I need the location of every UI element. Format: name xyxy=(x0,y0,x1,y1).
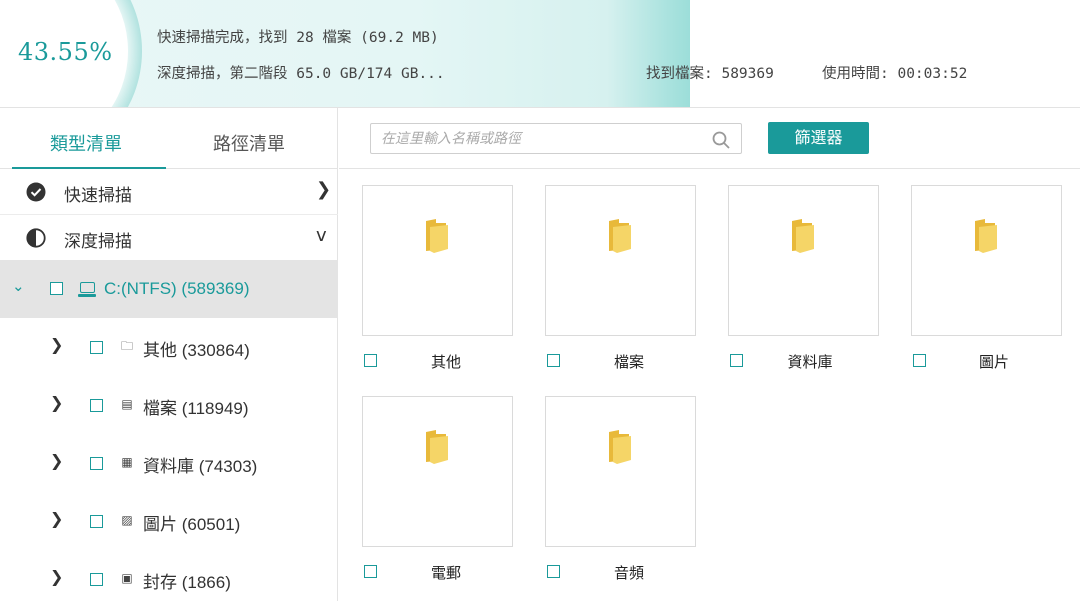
search-box[interactable] xyxy=(370,123,742,154)
image-icon: ▨ xyxy=(121,513,133,527)
folder-card-images[interactable] xyxy=(911,185,1062,336)
folder-checkbox[interactable] xyxy=(364,565,377,578)
category-label: 封存 (1866) xyxy=(143,573,231,592)
folder-icon xyxy=(792,219,814,253)
tab-path-list[interactable]: 路徑清單 xyxy=(213,130,285,156)
category-row-documents[interactable]: ❯ ▤ 檔案 (118949) xyxy=(0,376,338,434)
category-checkbox[interactable] xyxy=(90,399,103,412)
search-input[interactable] xyxy=(381,129,701,149)
category-label: 檔案 (118949) xyxy=(143,399,249,418)
folder-card-audio[interactable] xyxy=(545,396,696,547)
document-icon: ▤ xyxy=(121,397,133,411)
chevron-right-icon[interactable]: ❯ xyxy=(316,179,331,200)
folder-icon xyxy=(609,430,631,464)
archive-icon: ▣ xyxy=(121,571,133,585)
folder-outline-icon: 🗀 xyxy=(120,339,133,353)
drive-icon xyxy=(78,282,96,297)
progress-percent: 43.55% xyxy=(18,38,113,66)
category-row-images[interactable]: ❯ ▨ 圖片 (60501) xyxy=(0,492,338,550)
left-panel: 類型清單 路徑清單 快速掃描 ❯ 深度掃描 v ⌄ C:(NTFS) (5893… xyxy=(0,108,338,601)
deep-scan-status: 深度掃描，第二階段 65.0 GB/174 GB... xyxy=(157,66,445,82)
folder-checkbox[interactable] xyxy=(547,565,560,578)
database-icon: ▦ xyxy=(121,455,133,469)
drive-label: C:(NTFS) (589369) xyxy=(104,279,250,298)
folder-checkbox[interactable] xyxy=(913,354,926,367)
folder-label: 其他 xyxy=(430,353,461,371)
quick-scan-label: 快速掃描 xyxy=(64,186,132,206)
view-tabs: 類型清單 路徑清單 xyxy=(0,108,337,169)
folder-icon xyxy=(426,430,448,464)
folder-label: 圖片 xyxy=(978,353,1009,371)
expand-arrow-icon[interactable]: ❯ xyxy=(50,567,63,586)
expand-caret-icon[interactable]: ⌄ xyxy=(12,277,25,295)
folder-label: 資料庫 xyxy=(787,353,833,371)
category-checkbox[interactable] xyxy=(90,515,103,528)
check-circle-icon xyxy=(26,182,46,202)
expand-arrow-icon[interactable]: ❯ xyxy=(50,335,63,354)
folder-card-database[interactable] xyxy=(728,185,879,336)
folder-icon xyxy=(975,219,997,253)
right-panel: 篩選器 其他 檔案 資料庫 圖片 xyxy=(339,108,1080,601)
quick-scan-status: 快速掃描完成，找到 28 檔案 (69.2 MB) xyxy=(157,30,439,46)
folder-card-other[interactable] xyxy=(362,185,513,336)
category-label: 圖片 (60501) xyxy=(143,515,241,534)
folder-label: 檔案 xyxy=(613,353,644,371)
elapsed-time: 使用時間: 00:03:52 xyxy=(822,66,968,82)
category-label: 其他 (330864) xyxy=(143,341,250,360)
deep-scan-label: 深度掃描 xyxy=(64,232,132,252)
folder-card-documents[interactable] xyxy=(545,185,696,336)
category-checkbox[interactable] xyxy=(90,573,103,586)
drive-row-c[interactable]: ⌄ C:(NTFS) (589369) xyxy=(0,260,338,318)
folder-checkbox[interactable] xyxy=(547,354,560,367)
category-label: 資料庫 (74303) xyxy=(143,457,258,476)
folder-icon xyxy=(426,219,448,253)
folder-checkbox[interactable] xyxy=(364,354,377,367)
expand-arrow-icon[interactable]: ❯ xyxy=(50,451,63,470)
scan-status-header: 43.55% 快速掃描完成，找到 28 檔案 (69.2 MB) 深度掃描，第二… xyxy=(0,0,1080,108)
found-files-count: 找到檔案: 589369 xyxy=(646,66,774,82)
category-checkbox[interactable] xyxy=(90,457,103,470)
expand-arrow-icon[interactable]: ❯ xyxy=(50,393,63,412)
expand-arrow-icon[interactable]: ❯ xyxy=(50,509,63,528)
folder-label: 音頻 xyxy=(613,564,644,582)
category-row-database[interactable]: ❯ ▦ 資料庫 (74303) xyxy=(0,434,338,492)
tab-type-list[interactable]: 類型清單 xyxy=(50,130,122,156)
folder-checkbox[interactable] xyxy=(730,354,743,367)
category-row-archive[interactable]: ❯ ▣ 封存 (1866) xyxy=(0,550,338,608)
filter-button[interactable]: 篩選器 xyxy=(768,122,869,154)
half-circle-icon xyxy=(26,228,46,248)
folder-icon xyxy=(609,219,631,253)
folder-card-email[interactable] xyxy=(362,396,513,547)
category-row-other[interactable]: ❯ 🗀 其他 (330864) xyxy=(0,318,338,376)
folder-label: 電郵 xyxy=(430,564,461,582)
quick-scan-row[interactable]: 快速掃描 ❯ xyxy=(0,169,338,215)
category-checkbox[interactable] xyxy=(90,341,103,354)
deep-scan-row[interactable]: 深度掃描 v xyxy=(0,215,338,261)
toolbar: 篩選器 xyxy=(339,108,1080,169)
chevron-down-icon[interactable]: v xyxy=(316,225,327,246)
search-icon[interactable] xyxy=(711,130,731,150)
drive-checkbox[interactable] xyxy=(50,282,63,295)
